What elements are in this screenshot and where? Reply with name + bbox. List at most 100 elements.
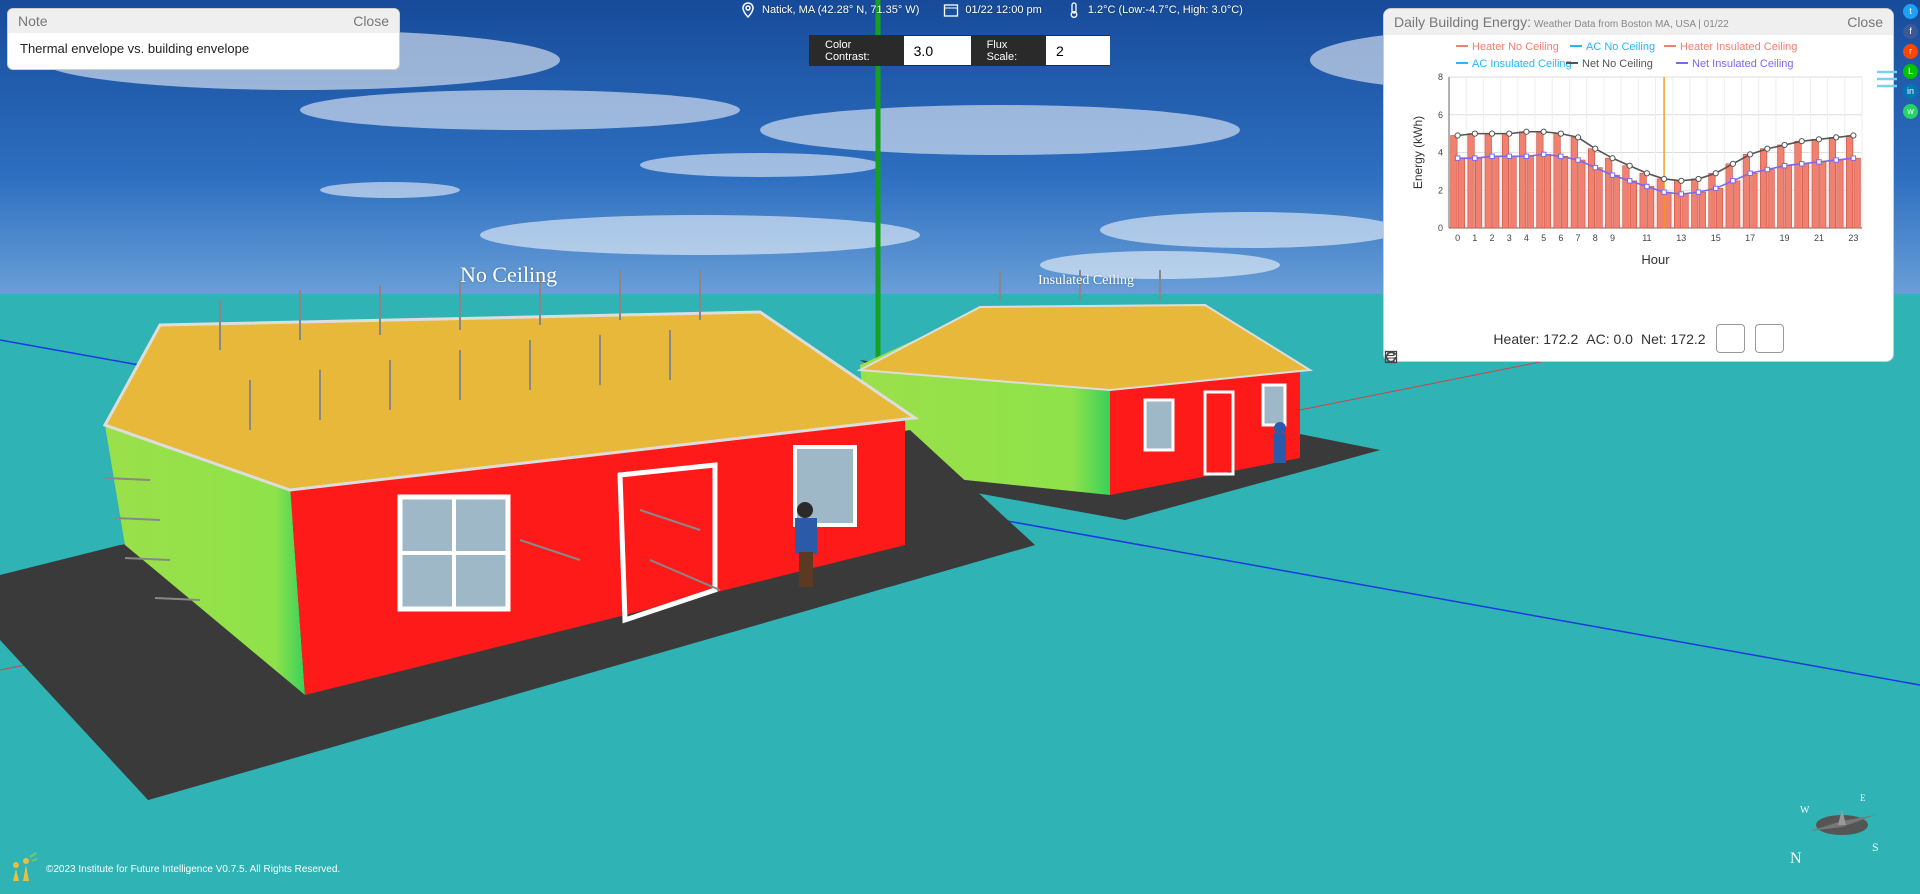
- net-insulated-ceiling-point: [1454, 155, 1461, 161]
- bar-heater-no-ceiling: [1794, 140, 1802, 229]
- net-insulated-ceiling-point: [1540, 151, 1547, 158]
- net-no-ceiling-point: [1523, 128, 1530, 135]
- flux-scale-input[interactable]: 2: [1046, 36, 1110, 65]
- chart-close-button[interactable]: Close: [1847, 14, 1883, 30]
- bar-heater-insulated-ceiling: [1509, 155, 1517, 229]
- net-no-ceiling-point: [1592, 145, 1599, 152]
- net-no-ceiling-point: [1661, 175, 1668, 183]
- bar-heater-no-ceiling: [1570, 137, 1578, 229]
- x-tick-label: 1: [1472, 233, 1477, 243]
- linkedin-icon[interactable]: in: [1903, 84, 1918, 99]
- net-insulated-ceiling-point: [1489, 153, 1495, 159]
- net-no-ceiling-point: [1764, 145, 1771, 152]
- net-no-ceiling-point: [1540, 128, 1547, 135]
- legend-label: Heater No Ceiling: [1472, 41, 1559, 53]
- summary-ac: AC: 0.0: [1586, 330, 1633, 347]
- line-icon[interactable]: L: [1903, 64, 1918, 79]
- bar-heater-insulated-ceiling: [1612, 174, 1620, 229]
- x-tick-label: 15: [1711, 233, 1721, 243]
- twitter-icon[interactable]: t: [1903, 4, 1918, 19]
- reddit-icon[interactable]: r: [1903, 44, 1918, 59]
- net-no-ceiling-point: [1506, 130, 1513, 137]
- bar-heater-insulated-ceiling: [1457, 157, 1465, 229]
- house2-label: Insulated Ceiling: [1038, 273, 1135, 288]
- save-icon[interactable]: [1384, 324, 1784, 364]
- net-insulated-ceiling-point: [1816, 159, 1822, 165]
- bar-heater-insulated-ceiling: [1698, 191, 1706, 229]
- net-no-ceiling-point: [1574, 134, 1582, 141]
- net-no-ceiling-point: [1609, 155, 1616, 162]
- net-insulated-ceiling-point: [1764, 166, 1771, 173]
- net-insulated-ceiling-point: [1713, 185, 1719, 192]
- svg-text:W: W: [1800, 805, 1810, 816]
- bar-heater-insulated-ceiling: [1543, 154, 1551, 229]
- daily-energy-panel[interactable]: Daily Building Energy: Weather Data from …: [1383, 8, 1897, 364]
- chart-panel-subtitle: Weather Data from Boston MA, USA | 01/22: [1533, 19, 1729, 30]
- whatsapp-icon[interactable]: w: [1903, 104, 1918, 119]
- x-tick-label: 23: [1848, 233, 1858, 243]
- x-tick-label: 21: [1814, 233, 1824, 243]
- note-close-button[interactable]: Close: [353, 13, 389, 29]
- net-no-ceiling-point: [1454, 132, 1461, 139]
- note-text[interactable]: Thermal envelope vs. building envelope: [8, 33, 399, 64]
- bar-heater-insulated-ceiling: [1801, 163, 1810, 229]
- net-insulated-ceiling-point: [1523, 153, 1530, 159]
- bar-heater-no-ceiling: [1467, 133, 1475, 229]
- svg-text:N: N: [1790, 850, 1802, 867]
- x-tick-label: 0: [1455, 233, 1460, 243]
- net-no-ceiling-point: [1712, 170, 1719, 177]
- bar-heater-no-ceiling: [1691, 178, 1699, 229]
- bar-heater-no-ceiling: [1656, 178, 1664, 229]
- net-no-ceiling-point: [1815, 136, 1823, 143]
- net-insulated-ceiling-point: [1678, 191, 1685, 197]
- bar-heater-no-ceiling: [1760, 148, 1768, 229]
- datetime-text[interactable]: 01/22 12:00 pm: [965, 4, 1041, 16]
- net-insulated-ceiling-point: [1850, 155, 1857, 161]
- x-tick-label: 17: [1745, 233, 1755, 243]
- bar-heater-no-ceiling: [1450, 135, 1458, 229]
- net-insulated-ceiling-point: [1472, 155, 1478, 161]
- facebook-icon[interactable]: f: [1903, 24, 1918, 39]
- location-text[interactable]: Natick, MA (42.28° N, 71.35° W): [762, 4, 919, 16]
- bar-heater-insulated-ceiling: [1733, 180, 1741, 229]
- bar-heater-no-ceiling: [1553, 133, 1561, 229]
- info-bar: Natick, MA (42.28° N, 71.35° W) 01/22 12…: [740, 0, 1243, 20]
- svg-text:E: E: [1860, 793, 1866, 803]
- energy-chart: Heater No Ceiling AC No Ceiling Heater Ins…: [1411, 41, 1863, 267]
- thermometer-icon[interactable]: [1066, 2, 1082, 18]
- refresh-icon[interactable]: [1385, 324, 1745, 363]
- x-tick-label: 7: [1576, 233, 1581, 243]
- bar-heater-insulated-ceiling: [1664, 191, 1672, 229]
- weather-text[interactable]: 1.2°C (Low:-4.7°C, High: 3.0°C): [1088, 4, 1243, 16]
- bar-heater-insulated-ceiling: [1629, 180, 1638, 229]
- color-contrast-label: Color Contrast:: [825, 38, 870, 63]
- net-no-ceiling-point: [1643, 170, 1650, 177]
- net-insulated-ceiling-point: [1592, 164, 1598, 171]
- bar-heater-insulated-ceiling: [1647, 186, 1655, 229]
- x-tick-label: 11: [1642, 233, 1651, 243]
- compass-icon[interactable]: N S W E: [1780, 791, 1900, 876]
- bar-heater-no-ceiling: [1673, 180, 1682, 229]
- bar-heater-insulated-ceiling: [1578, 159, 1586, 229]
- footer: ©2023 Institute for Future Intelligence …: [10, 851, 340, 888]
- note-panel[interactable]: Note Close Thermal envelope vs. building…: [7, 8, 400, 70]
- color-contrast-input[interactable]: 3.0: [903, 36, 971, 65]
- chart-panel-title: Daily Building Energy:: [1394, 14, 1531, 30]
- y-tick-label: 2: [1438, 185, 1443, 195]
- net-insulated-ceiling-point: [1558, 153, 1564, 159]
- bar-heater-insulated-ceiling: [1715, 188, 1724, 229]
- bar-heater-no-ceiling: [1605, 157, 1613, 229]
- bar-heater-insulated-ceiling: [1819, 161, 1827, 229]
- calendar-icon[interactable]: [943, 2, 959, 18]
- bar-heater-insulated-ceiling: [1561, 155, 1569, 229]
- bar-heater-no-ceiling: [1742, 154, 1750, 229]
- bar-heater-no-ceiling: [1484, 133, 1492, 229]
- logo-icon[interactable]: [10, 851, 38, 888]
- y-tick-label: 0: [1438, 223, 1443, 233]
- summary-heater: Heater: 172.2: [1493, 330, 1579, 347]
- location-icon[interactable]: [740, 2, 756, 18]
- bar-heater-no-ceiling: [1587, 148, 1596, 229]
- net-insulated-ceiling-point: [1833, 157, 1839, 163]
- flux-scale-label: Flux Scale:: [986, 38, 1018, 63]
- legend-label: Heater Insulated Ceiling: [1680, 41, 1797, 53]
